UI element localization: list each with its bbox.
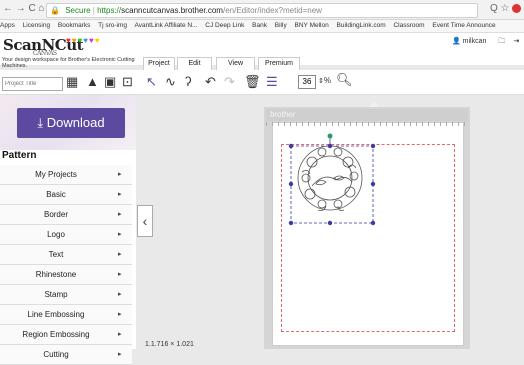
username: milkcan — [462, 38, 487, 45]
mat-ruler — [266, 122, 468, 126]
bookmark-item[interactable]: Licensing — [23, 22, 50, 29]
tagline: Your design workspace for Brother's Elec… — [2, 57, 135, 69]
bookmarks-bar: Apps Licensing Bookmarks Tj sro-img Avan… — [0, 20, 524, 33]
zoom-input[interactable]: 36 — [298, 75, 316, 89]
menu-edit[interactable]: Edit — [177, 57, 212, 71]
rotate-handle[interactable] — [327, 133, 333, 139]
caret-right-icon: ▸ — [118, 171, 122, 178]
sidebar-item-my-projects[interactable]: My Projects ▸ — [0, 165, 132, 185]
sidebar-item-cutting[interactable]: Cutting ▸ — [0, 345, 132, 365]
caret-right-icon: ▸ — [118, 231, 122, 238]
pattern-heading: Pattern — [2, 150, 37, 161]
resize-handle — [370, 220, 376, 226]
caret-right-icon: ▸ — [118, 351, 122, 358]
resize-handle — [327, 143, 333, 149]
menu-premium[interactable]: Premium — [258, 57, 300, 71]
url-domain: scanncutcanvas.brother.com — [121, 6, 223, 15]
download-icon: ⤓ — [37, 115, 44, 130]
resize-handle — [288, 181, 294, 187]
menu-project[interactable]: Project — [143, 57, 175, 71]
browser-action-icons[interactable]: Q ☆ — [490, 3, 510, 14]
sidebar-item-basic[interactable]: Basic ▸ — [0, 185, 132, 205]
project-title-input[interactable] — [2, 77, 63, 91]
browser-address-bar: ← → C ⌂ 🔒 Secure | https://scanncutcanva… — [0, 0, 524, 20]
sidebar-item-region-embossing[interactable]: Region Embossing ▸ — [0, 325, 132, 345]
selected-design[interactable] — [282, 132, 382, 232]
url-path: /en/Editor/index?metid=new — [222, 6, 322, 15]
import-icon[interactable]: ▣ — [104, 74, 116, 90]
caret-right-icon: ▸ — [118, 271, 122, 278]
redo-icon[interactable]: ↷ — [224, 74, 235, 90]
caret-right-icon: ▸ — [118, 291, 122, 298]
sidebar-item-stamp[interactable]: Stamp ▸ — [0, 285, 132, 305]
search-icon[interactable]: 🔍︎ — [336, 72, 353, 88]
mat-brand: brother — [266, 109, 468, 121]
coordinate-readout: 1.1.716 × 1.021 — [145, 341, 194, 348]
resize-handle — [288, 220, 294, 226]
bookmark-item[interactable]: Classroom — [393, 22, 424, 29]
bookmark-item[interactable]: AvantLink Affiliate N... — [134, 22, 197, 29]
bookmark-item[interactable]: Bookmarks — [58, 22, 91, 29]
collapse-panel-button[interactable]: ‹ — [137, 205, 153, 237]
undo-icon[interactable]: ↶ — [205, 74, 216, 90]
url-field[interactable]: 🔒 Secure | https://scanncutcanvas.brothe… — [46, 3, 478, 18]
wreath-design-icon[interactable] — [297, 145, 363, 211]
sidebar-item-rhinestone[interactable]: Rhinestone ▸ — [0, 265, 132, 285]
transfer-icon[interactable]: ⊡ — [122, 74, 133, 90]
user-icon: 👤 — [452, 38, 461, 45]
toolbar — [0, 70, 524, 95]
bookmark-item[interactable]: Tj sro-img — [98, 22, 127, 29]
folder-icon[interactable]: 🗀 — [498, 38, 505, 45]
extension-icon[interactable] — [512, 4, 521, 13]
delete-icon[interactable]: 🗑 — [244, 74, 261, 90]
draw-tool-icon[interactable]: ∿ — [165, 74, 176, 90]
lock-icon: 🔒 — [50, 6, 60, 15]
bookmark-item[interactable]: Apps — [0, 22, 15, 29]
bookmark-item[interactable]: Billy — [275, 22, 287, 29]
caret-right-icon: ▸ — [118, 211, 122, 218]
bookmark-item[interactable]: CJ Deep Link — [205, 22, 244, 29]
save-icon[interactable]: ▲ — [86, 74, 99, 90]
menu-view[interactable]: View — [216, 57, 255, 71]
sidebar-item-logo[interactable]: Logo ▸ — [0, 225, 132, 245]
bookmark-item[interactable]: Event Time Announce — [432, 22, 495, 29]
user-menu[interactable]: 👤 milkcan 🗀 ⇥ — [452, 37, 519, 48]
caret-right-icon: ▸ — [118, 331, 122, 338]
caret-right-icon: ▸ — [118, 251, 122, 258]
new-project-icon[interactable]: ▦ — [66, 74, 78, 90]
hearts-decoration-icon: ♥♥♥♥♥♥ — [66, 36, 101, 45]
caret-right-icon: ▸ — [118, 311, 122, 318]
bookmark-item[interactable]: Bank — [252, 22, 267, 29]
zoom-unit[interactable]: ⇕% — [318, 76, 331, 85]
layer-icon[interactable]: ☰ — [266, 74, 278, 90]
resize-handle — [288, 143, 294, 149]
resize-handle — [327, 220, 333, 226]
caret-right-icon: ▸ — [118, 191, 122, 198]
url-scheme: https:// — [97, 6, 122, 15]
sidebar-item-text[interactable]: Text ▸ — [0, 245, 132, 265]
browser-nav-icons[interactable]: ← → C ⌂ — [3, 3, 45, 14]
text-tool-icon[interactable]: ʔ — [185, 74, 192, 90]
sidebar-item-line-embossing[interactable]: Line Embossing ▸ — [0, 305, 132, 325]
secure-label: Secure — [65, 6, 91, 15]
download-button[interactable]: ⤓ Download — [17, 108, 125, 138]
resize-handle — [370, 143, 376, 149]
selection-box — [290, 145, 374, 224]
bookmark-item[interactable]: BNY Mellon — [295, 22, 329, 29]
bookmark-item[interactable]: BuildingLink.com — [337, 22, 386, 29]
chevron-left-icon: ‹ — [142, 213, 148, 229]
sidebar-item-border[interactable]: Border ▸ — [0, 205, 132, 225]
exit-icon[interactable]: ⇥ — [513, 38, 519, 45]
resize-handle — [370, 181, 376, 187]
select-tool-icon[interactable]: ↖ — [146, 74, 157, 90]
